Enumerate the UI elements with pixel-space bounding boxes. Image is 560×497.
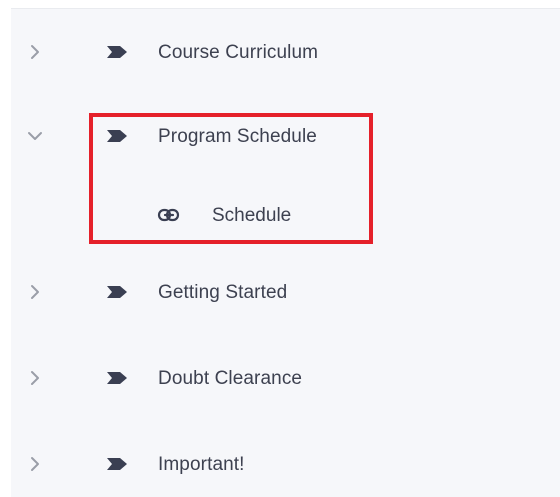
section-label: Getting Started bbox=[158, 282, 288, 303]
section-label: Program Schedule bbox=[158, 126, 317, 147]
section-label: Course Curriculum bbox=[158, 42, 319, 63]
section-label: Important! bbox=[158, 454, 245, 475]
section-tag-icon bbox=[106, 371, 128, 385]
section-getting-started[interactable]: Getting Started bbox=[11, 272, 560, 312]
section-tag-icon bbox=[106, 129, 128, 143]
lesson-label: Schedule bbox=[212, 205, 292, 226]
section-tag-icon bbox=[106, 457, 128, 471]
section-label: Doubt Clearance bbox=[158, 368, 303, 389]
lesson-item-schedule[interactable]: Schedule bbox=[11, 195, 560, 235]
course-outline-panel: Course Curriculum Program Schedule Sched… bbox=[11, 8, 560, 497]
section-course-curriculum[interactable]: Course Curriculum bbox=[11, 32, 560, 72]
chevron-down-icon[interactable] bbox=[27, 128, 43, 144]
section-tag-icon bbox=[106, 285, 128, 299]
chevron-right-icon[interactable] bbox=[27, 370, 43, 386]
section-important[interactable]: Important! bbox=[11, 444, 560, 484]
chevron-right-icon[interactable] bbox=[27, 284, 43, 300]
section-tag-icon bbox=[106, 45, 128, 59]
section-doubt-clearance[interactable]: Doubt Clearance bbox=[11, 358, 560, 398]
chevron-right-icon[interactable] bbox=[27, 456, 43, 472]
chevron-right-icon[interactable] bbox=[27, 44, 43, 60]
link-icon bbox=[157, 208, 181, 222]
section-program-schedule[interactable]: Program Schedule bbox=[11, 116, 560, 156]
